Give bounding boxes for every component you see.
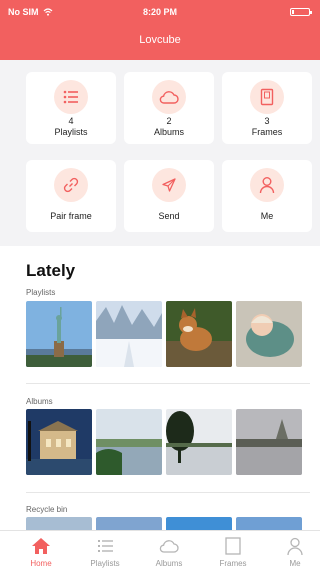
frames-count: 3 (264, 116, 270, 126)
thumbnail-recycled[interactable] (166, 517, 232, 530)
playlists-thumbnails (26, 301, 302, 367)
albums-thumbnails (26, 409, 302, 475)
home-icon (32, 538, 50, 554)
tile-frames[interactable]: 3 Frames (222, 72, 312, 144)
section-label-recycle-bin: Recycle bin (26, 505, 68, 514)
section-divider (26, 383, 310, 384)
battery-level (292, 10, 294, 14)
recycle-bin-thumbnails (26, 517, 302, 530)
cloud-icon (159, 540, 179, 553)
tile-albums[interactable]: 2 Albums (124, 72, 214, 144)
thumbnail-baby[interactable] (236, 301, 302, 367)
tab-bar: Home Playlists Albums Frames Me (0, 530, 320, 570)
page-title: Lovcube (139, 34, 181, 46)
tile-label: Frames (251, 127, 283, 137)
thumbnail-building[interactable] (26, 409, 92, 475)
thumbnail-trees[interactable] (166, 409, 232, 475)
thumbnail-lake[interactable] (96, 409, 162, 475)
section-label-albums: Albums (26, 397, 53, 406)
thumbnail-dusk[interactable] (236, 409, 302, 475)
lately-title: Lately (26, 261, 76, 280)
send-icon (152, 168, 186, 202)
section-divider (26, 492, 310, 493)
tile-playlists[interactable]: 4 Playlists (26, 72, 116, 144)
tab-label: Playlists (90, 559, 120, 568)
tile-label: Me (260, 211, 274, 221)
status-time: 8:20 PM (142, 7, 177, 17)
tile-pair-frame[interactable]: Pair frame (26, 160, 116, 232)
thumbnail-snow[interactable] (96, 301, 162, 367)
tile-label: Pair frame (50, 211, 92, 221)
link-icon (54, 168, 88, 202)
tab-frames[interactable]: Frames (203, 531, 263, 570)
frame-icon (225, 537, 241, 555)
thumbnail-recycled[interactable] (26, 517, 92, 530)
playlists-count: 4 (68, 116, 74, 126)
tab-playlists[interactable]: Playlists (75, 531, 135, 570)
person-icon (287, 537, 303, 556)
tab-label: Albums (155, 559, 183, 568)
section-label-playlists: Playlists (26, 288, 56, 297)
thumbnail-dog[interactable] (166, 301, 232, 367)
list-icon (54, 80, 88, 114)
tab-label: Me (289, 559, 301, 568)
thumbnail-recycled[interactable] (96, 517, 162, 530)
thumbnail-recycled[interactable] (236, 517, 302, 530)
thumbnail-statue[interactable] (26, 301, 92, 367)
person-icon (250, 168, 284, 202)
albums-count: 2 (166, 116, 172, 126)
tile-label: Albums (153, 127, 184, 137)
shortcut-grid: 4 Playlists 2 Albums 3 Frames Pair frame… (0, 60, 320, 246)
tab-label: Frames (219, 559, 247, 568)
tile-label: Playlists (54, 127, 88, 137)
tile-label: Send (158, 211, 180, 221)
cloud-icon (152, 80, 186, 114)
tile-me[interactable]: Me (222, 160, 312, 232)
app-header: No SIM 8:20 PM Lovcube (0, 0, 320, 60)
frame-icon (250, 80, 284, 114)
battery-icon (290, 8, 312, 16)
tab-label: Home (30, 559, 52, 568)
tab-me[interactable]: Me (265, 531, 320, 570)
tab-albums[interactable]: Albums (139, 531, 199, 570)
list-icon (98, 540, 113, 552)
lately-section: Lately Playlists Albums Recycle bin (0, 246, 320, 530)
tile-send[interactable]: Send (124, 160, 214, 232)
status-bar: No SIM 8:20 PM (0, 7, 320, 21)
tab-home[interactable]: Home (11, 531, 71, 570)
